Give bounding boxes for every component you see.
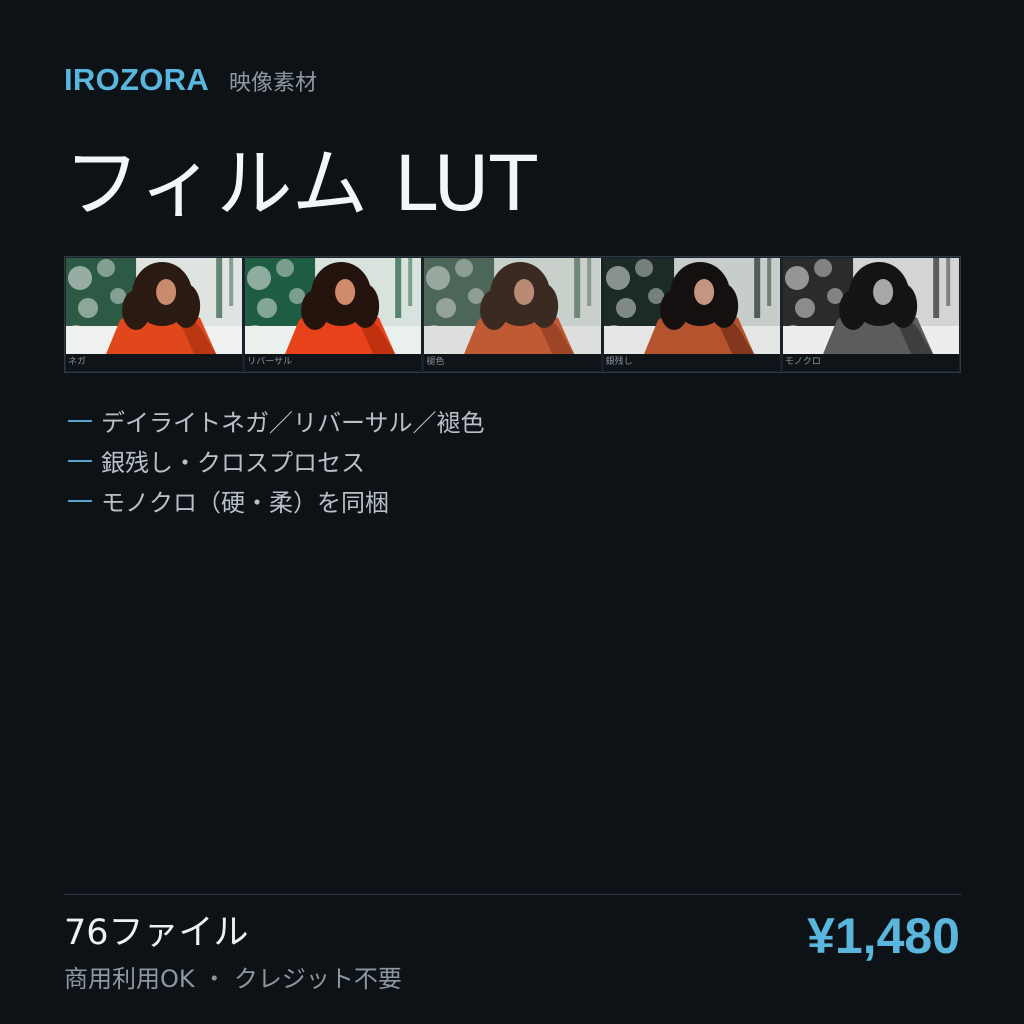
preview-label: リバーサル	[245, 354, 422, 371]
preview-frame-bleach-bypass: 銀残し	[603, 258, 780, 371]
portrait-thumbnail	[245, 258, 422, 354]
file-count: 76ファイル	[64, 913, 249, 953]
preview-image	[66, 258, 243, 354]
brand-category: 映像素材	[229, 71, 318, 96]
price: ¥1,480	[807, 908, 960, 964]
feature-item: デイライトネガ／リバーサル／褪色	[68, 400, 485, 440]
dash-bullet-icon	[68, 460, 92, 462]
feature-list: デイライトネガ／リバーサル／褪色 銀残し・クロスプロセス モノクロ（硬・柔）を同…	[68, 400, 485, 520]
preview-label: ネガ	[66, 354, 243, 371]
feature-text: モノクロ（硬・柔）を同梱	[101, 488, 389, 517]
portrait-thumbnail	[603, 258, 780, 354]
preview-image	[782, 258, 960, 354]
portrait-thumbnail	[66, 258, 243, 354]
portrait-thumbnail	[782, 258, 960, 354]
preview-frame-faded: 褪色	[424, 258, 601, 371]
feature-text: デイライトネガ／リバーサル／褪色	[101, 408, 485, 437]
preview-label: 銀残し	[603, 354, 780, 371]
feature-text: 銀残し・クロスプロセス	[101, 448, 365, 477]
preview-label: 褪色	[424, 354, 601, 371]
dash-bullet-icon	[68, 500, 92, 502]
product-title: フィルム LUT	[64, 139, 538, 228]
preview-label: モノクロ	[782, 354, 960, 371]
feature-item: 銀残し・クロスプロセス	[68, 440, 485, 480]
dash-bullet-icon	[68, 420, 92, 422]
preview-frame-negative: ネガ	[66, 258, 243, 371]
footer-divider	[64, 894, 961, 895]
portrait-thumbnail	[424, 258, 601, 354]
preview-image	[245, 258, 422, 354]
preview-strip: ネガ リバーサル 褪色 銀残し モノクロ	[64, 256, 961, 373]
preview-image	[424, 258, 601, 354]
preview-frame-monochrome: モノクロ	[782, 258, 960, 371]
preview-frame-reversal: リバーサル	[245, 258, 422, 371]
license-note: 商用利用OK ・ クレジット不要	[64, 965, 402, 993]
brand-name: IROZORA	[64, 62, 210, 97]
feature-item: モノクロ（硬・柔）を同梱	[68, 480, 485, 520]
brand-row: IROZORA 映像素材	[64, 62, 317, 98]
preview-image	[603, 258, 780, 354]
